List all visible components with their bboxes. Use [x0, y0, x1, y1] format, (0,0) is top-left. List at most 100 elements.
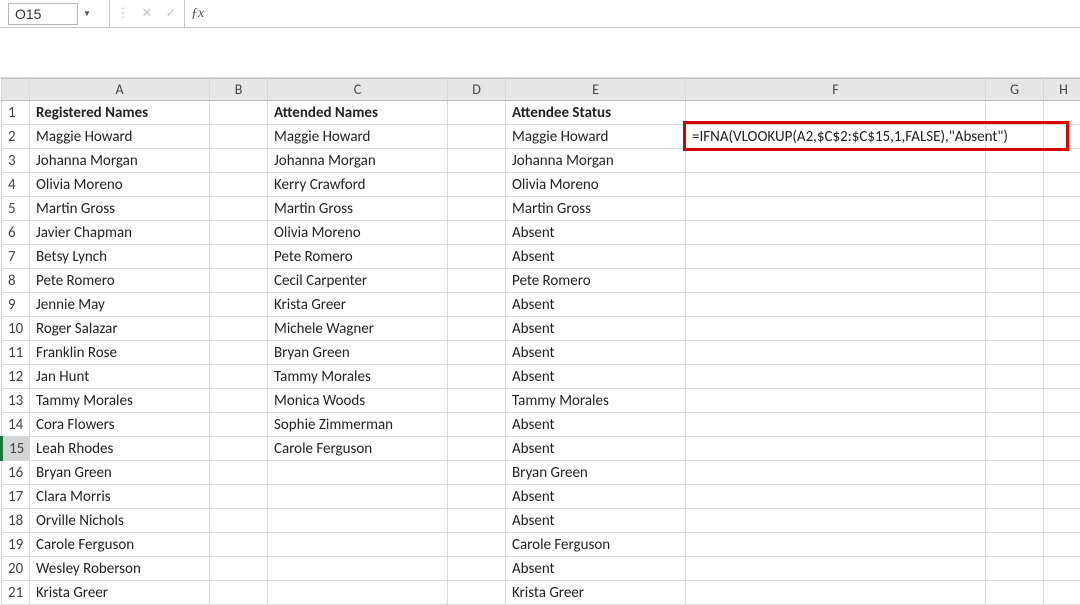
cell[interactable]: Absent — [506, 437, 686, 461]
cell[interactable] — [210, 533, 268, 557]
cell[interactable] — [1044, 341, 1080, 365]
cell[interactable]: Betsy Lynch — [30, 245, 210, 269]
row-header[interactable]: 1 — [2, 101, 30, 125]
cell[interactable] — [686, 533, 986, 557]
cell[interactable] — [1044, 557, 1080, 581]
cell[interactable] — [448, 509, 506, 533]
cell[interactable] — [448, 173, 506, 197]
cell[interactable]: Bryan Green — [268, 341, 448, 365]
cell[interactable] — [210, 221, 268, 245]
cell[interactable] — [448, 317, 506, 341]
cell[interactable] — [686, 221, 986, 245]
select-all-corner[interactable] — [2, 79, 30, 101]
cell[interactable] — [986, 437, 1044, 461]
cell[interactable] — [448, 389, 506, 413]
cell[interactable] — [210, 317, 268, 341]
cell[interactable] — [210, 245, 268, 269]
cell[interactable] — [448, 461, 506, 485]
cell[interactable] — [686, 581, 986, 605]
cell[interactable] — [210, 101, 268, 125]
cell[interactable]: Johanna Morgan — [268, 149, 448, 173]
cell[interactable] — [1044, 221, 1080, 245]
cell[interactable]: Clara Morris — [30, 485, 210, 509]
cell[interactable] — [1044, 125, 1080, 149]
row-header[interactable]: 6 — [2, 221, 30, 245]
cell[interactable] — [986, 341, 1044, 365]
cell[interactable] — [686, 245, 986, 269]
cell[interactable] — [986, 389, 1044, 413]
row-header[interactable]: 20 — [2, 557, 30, 581]
cell[interactable]: Martin Gross — [506, 197, 686, 221]
cell[interactable] — [210, 557, 268, 581]
cell[interactable]: Tammy Morales — [506, 389, 686, 413]
cell[interactable] — [210, 413, 268, 437]
cell[interactable] — [1044, 317, 1080, 341]
cell[interactable]: Wesley Roberson — [30, 557, 210, 581]
cell[interactable]: Krista Greer — [30, 581, 210, 605]
cell[interactable]: Bryan Green — [506, 461, 686, 485]
cell[interactable] — [986, 101, 1044, 125]
cell[interactable] — [1044, 101, 1080, 125]
cell[interactable] — [210, 485, 268, 509]
cell[interactable] — [686, 173, 986, 197]
cell[interactable] — [1044, 389, 1080, 413]
cell[interactable] — [210, 173, 268, 197]
col-header-A[interactable]: A — [30, 79, 210, 101]
cell[interactable] — [1044, 293, 1080, 317]
cell[interactable] — [986, 149, 1044, 173]
name-box-dropdown-icon[interactable]: ▼ — [80, 3, 94, 25]
cell[interactable] — [686, 269, 986, 293]
cell[interactable]: Absent — [506, 509, 686, 533]
cell[interactable] — [986, 197, 1044, 221]
cell[interactable] — [1044, 149, 1080, 173]
cell[interactable]: Absent — [506, 293, 686, 317]
cell[interactable] — [1044, 581, 1080, 605]
cell[interactable]: Maggie Howard — [506, 125, 686, 149]
col-header-F[interactable]: F — [686, 79, 986, 101]
cell[interactable] — [686, 413, 986, 437]
cell[interactable] — [986, 509, 1044, 533]
cell[interactable] — [1044, 173, 1080, 197]
formula-bar-more-icon[interactable]: ⋮ — [116, 6, 130, 21]
cell[interactable] — [986, 413, 1044, 437]
cell[interactable] — [686, 509, 986, 533]
cell[interactable] — [448, 581, 506, 605]
row-header[interactable]: 16 — [2, 461, 30, 485]
cell[interactable]: Olivia Moreno — [506, 173, 686, 197]
cell[interactable] — [210, 509, 268, 533]
cell[interactable]: Tammy Morales — [30, 389, 210, 413]
cell[interactable] — [448, 413, 506, 437]
cancel-icon[interactable]: ✕ — [140, 6, 154, 21]
cell[interactable] — [686, 557, 986, 581]
cell[interactable] — [268, 509, 448, 533]
cell[interactable] — [210, 437, 268, 461]
cell[interactable] — [1044, 533, 1080, 557]
cell[interactable]: Absent — [506, 221, 686, 245]
cell[interactable] — [1044, 245, 1080, 269]
cell[interactable]: Tammy Morales — [268, 365, 448, 389]
cell[interactable]: Kerry Crawford — [268, 173, 448, 197]
cell[interactable] — [448, 101, 506, 125]
cell[interactable]: Krista Greer — [506, 581, 686, 605]
cell[interactable]: Michele Wagner — [268, 317, 448, 341]
cell[interactable]: Monica Woods — [268, 389, 448, 413]
cell[interactable] — [448, 557, 506, 581]
row-header[interactable]: 21 — [2, 581, 30, 605]
cell[interactable]: Maggie Howard — [30, 125, 210, 149]
cell[interactable] — [448, 437, 506, 461]
col-header-C[interactable]: C — [268, 79, 448, 101]
cell[interactable] — [686, 485, 986, 509]
cell[interactable] — [686, 461, 986, 485]
row-header[interactable]: 2 — [2, 125, 30, 149]
row-header[interactable]: 10 — [2, 317, 30, 341]
cell[interactable]: Maggie Howard — [268, 125, 448, 149]
cell[interactable] — [210, 269, 268, 293]
row-header[interactable]: 4 — [2, 173, 30, 197]
cell[interactable]: Krista Greer — [268, 293, 448, 317]
cell[interactable] — [210, 197, 268, 221]
cell[interactable]: Absent — [506, 413, 686, 437]
cell[interactable] — [448, 125, 506, 149]
cell[interactable] — [268, 581, 448, 605]
cell[interactable] — [986, 221, 1044, 245]
cell[interactable] — [268, 557, 448, 581]
